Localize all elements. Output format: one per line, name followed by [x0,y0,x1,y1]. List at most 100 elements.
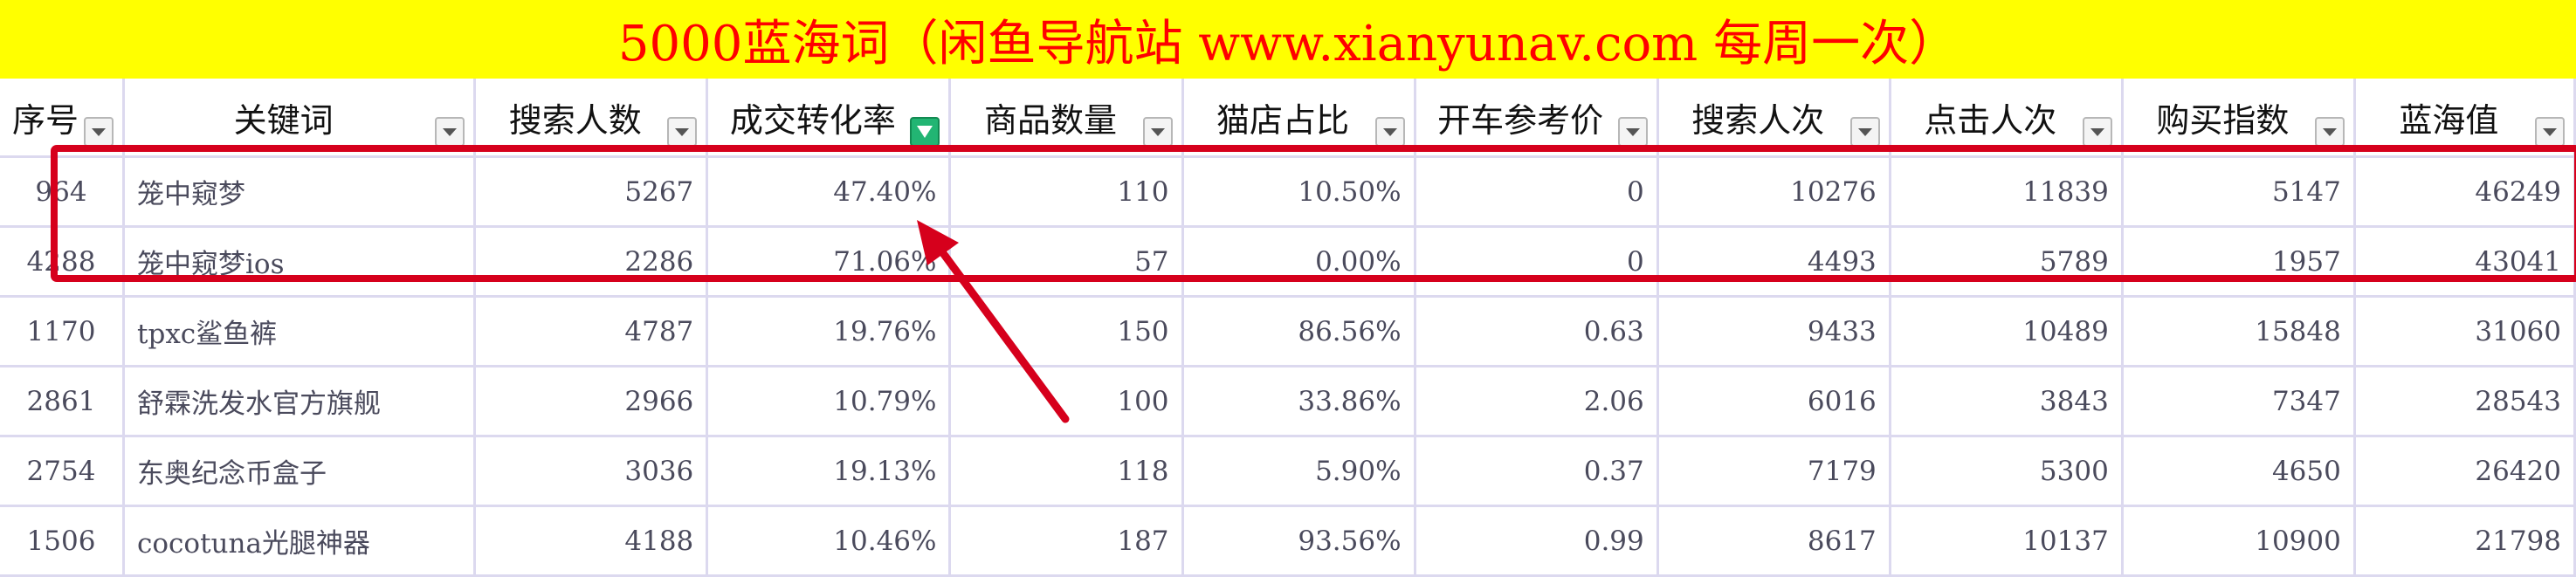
row-index-cell[interactable]: 4288 [0,226,126,298]
filter-dropdown-button[interactable] [2082,117,2112,147]
column-header[interactable]: 蓝海值 [2354,79,2576,158]
column-header[interactable]: 购买指数 [2122,79,2356,158]
table-cell[interactable]: 118 [949,436,1184,507]
column-header-label: 搜索人次 [1691,100,1825,140]
filter-dropdown-button[interactable] [2314,117,2345,147]
table-cell[interactable]: 2966 [474,366,709,437]
table-cell[interactable]: 4188 [474,505,709,577]
table-cell[interactable]: 0.37 [1415,436,1659,507]
table-cell[interactable]: 5147 [2122,156,2356,228]
filter-active-button[interactable] [910,117,940,147]
table-row: 1506 cocotuna光腿神器 4188 10.46% 187 93.56% 0.99 8… [0,505,2576,577]
table-cell[interactable]: 100 [949,366,1184,437]
table-cell[interactable]: 10900 [2122,505,2356,577]
table-cell[interactable]: 5300 [1890,436,2124,507]
filter-dropdown-button[interactable] [1617,117,1648,147]
row-index-cell[interactable]: 2754 [0,436,126,507]
table-cell[interactable]: 0 [1415,156,1659,228]
row-index-cell[interactable]: 2861 [0,366,126,437]
row-index-cell[interactable]: 1170 [0,296,126,367]
column-header-label: 搜索人数 [508,100,642,140]
table-cell[interactable]: 150 [949,296,1184,367]
keyword-cell[interactable]: tpxc鲨鱼裤 [123,296,477,367]
column-header[interactable]: 关键词 [123,79,477,158]
keyword-cell[interactable]: 东奥纪念币盒子 [123,436,477,507]
table-cell[interactable]: 187 [949,505,1184,577]
table-cell[interactable]: 93.56% [1182,505,1416,577]
table-cell[interactable]: 6016 [1657,366,1891,437]
table-cell[interactable]: 5.90% [1182,436,1416,507]
filter-dropdown-button[interactable] [1142,117,1173,147]
filter-dropdown-button[interactable] [2535,117,2565,147]
filter-dropdown-button[interactable] [1374,117,1405,147]
table-cell[interactable]: 71.06% [706,226,952,298]
table-cell[interactable]: 110 [949,156,1184,228]
keyword-cell[interactable]: cocotuna光腿神器 [123,505,477,577]
column-header[interactable]: 点击人次 [1890,79,2124,158]
table-cell[interactable]: 43041 [2354,226,2576,298]
table-cell[interactable]: 86.56% [1182,296,1416,367]
table-cell[interactable]: 33.86% [1182,366,1416,437]
table-cell[interactable]: 28543 [2354,366,2576,437]
column-header[interactable]: 猫店占比 [1182,79,1416,158]
table-cell[interactable]: 3036 [474,436,709,507]
table-cell[interactable]: 2.06 [1415,366,1659,437]
table-cell[interactable]: 0.63 [1415,296,1659,367]
column-header-label: 商品数量 [983,100,1117,140]
chevron-down-icon [1625,127,1640,136]
keyword-cell[interactable]: 舒霖洗发水官方旗舰 [123,366,477,437]
chevron-down-icon [2543,127,2557,136]
filter-dropdown-button[interactable] [667,117,698,147]
column-header[interactable]: 商品数量 [949,79,1184,158]
filter-dropdown-button[interactable] [84,117,114,147]
table-cell[interactable]: 21798 [2354,505,2576,577]
table-cell[interactable]: 9433 [1657,296,1891,367]
table-cell[interactable]: 7179 [1657,436,1891,507]
table-cell[interactable]: 11839 [1890,156,2124,228]
column-header[interactable]: 开车参考价 [1415,79,1659,158]
table-cell[interactable]: 26420 [2354,436,2576,507]
table-row: 4288 笼中窥梦ios 2286 71.06% 57 0.00% 0 4493 5789 195… [0,226,2576,298]
table-cell[interactable]: 47.40% [706,156,952,228]
column-header[interactable]: 成交转化率 [706,79,952,158]
table-cell[interactable]: 8617 [1657,505,1891,577]
keyword-cell[interactable]: 笼中窥梦 [123,156,477,228]
table-cell[interactable]: 10.79% [706,366,952,437]
table-cell[interactable]: 7347 [2122,366,2356,437]
table-cell[interactable]: 10.50% [1182,156,1416,228]
table-cell[interactable]: 4787 [474,296,709,367]
table-cell[interactable]: 0.99 [1415,505,1659,577]
column-header[interactable]: 搜索人次 [1657,79,1891,158]
column-header-label: 成交转化率 [729,100,896,140]
sheet-title: 5000蓝海词（闲鱼导航站 www.xianyunav.com 每周一次） [0,0,2576,79]
column-header-label: 蓝海值 [2399,100,2499,140]
table-cell[interactable]: 0 [1415,226,1659,298]
column-header-label: 关键词 [233,100,334,140]
table-cell[interactable]: 10276 [1657,156,1891,228]
row-index-cell[interactable]: 964 [0,156,126,228]
keyword-cell[interactable]: 笼中窥梦ios [123,226,477,298]
row-index-cell[interactable]: 1506 [0,505,126,577]
table-cell[interactable]: 57 [949,226,1184,298]
column-header[interactable]: 搜索人数 [474,79,709,158]
table-cell[interactable]: 10489 [1890,296,2124,367]
table-cell[interactable]: 4493 [1657,226,1891,298]
table-cell[interactable]: 31060 [2354,296,2576,367]
table-cell[interactable]: 10.46% [706,505,952,577]
filter-dropdown-button[interactable] [435,117,465,147]
table-cell[interactable]: 3843 [1890,366,2124,437]
column-header[interactable]: 序号 [0,79,126,158]
chevron-down-icon [2090,127,2104,136]
table-cell[interactable]: 2286 [474,226,709,298]
table-cell[interactable]: 5789 [1890,226,2124,298]
table-cell[interactable]: 4650 [2122,436,2356,507]
filter-dropdown-button[interactable] [1849,117,1880,147]
table-cell[interactable]: 19.76% [706,296,952,367]
table-cell[interactable]: 0.00% [1182,226,1416,298]
table-cell[interactable]: 19.13% [706,436,952,507]
table-cell[interactable]: 46249 [2354,156,2576,228]
table-cell[interactable]: 5267 [474,156,709,228]
table-cell[interactable]: 15848 [2122,296,2356,367]
table-cell[interactable]: 1957 [2122,226,2356,298]
table-cell[interactable]: 10137 [1890,505,2124,577]
